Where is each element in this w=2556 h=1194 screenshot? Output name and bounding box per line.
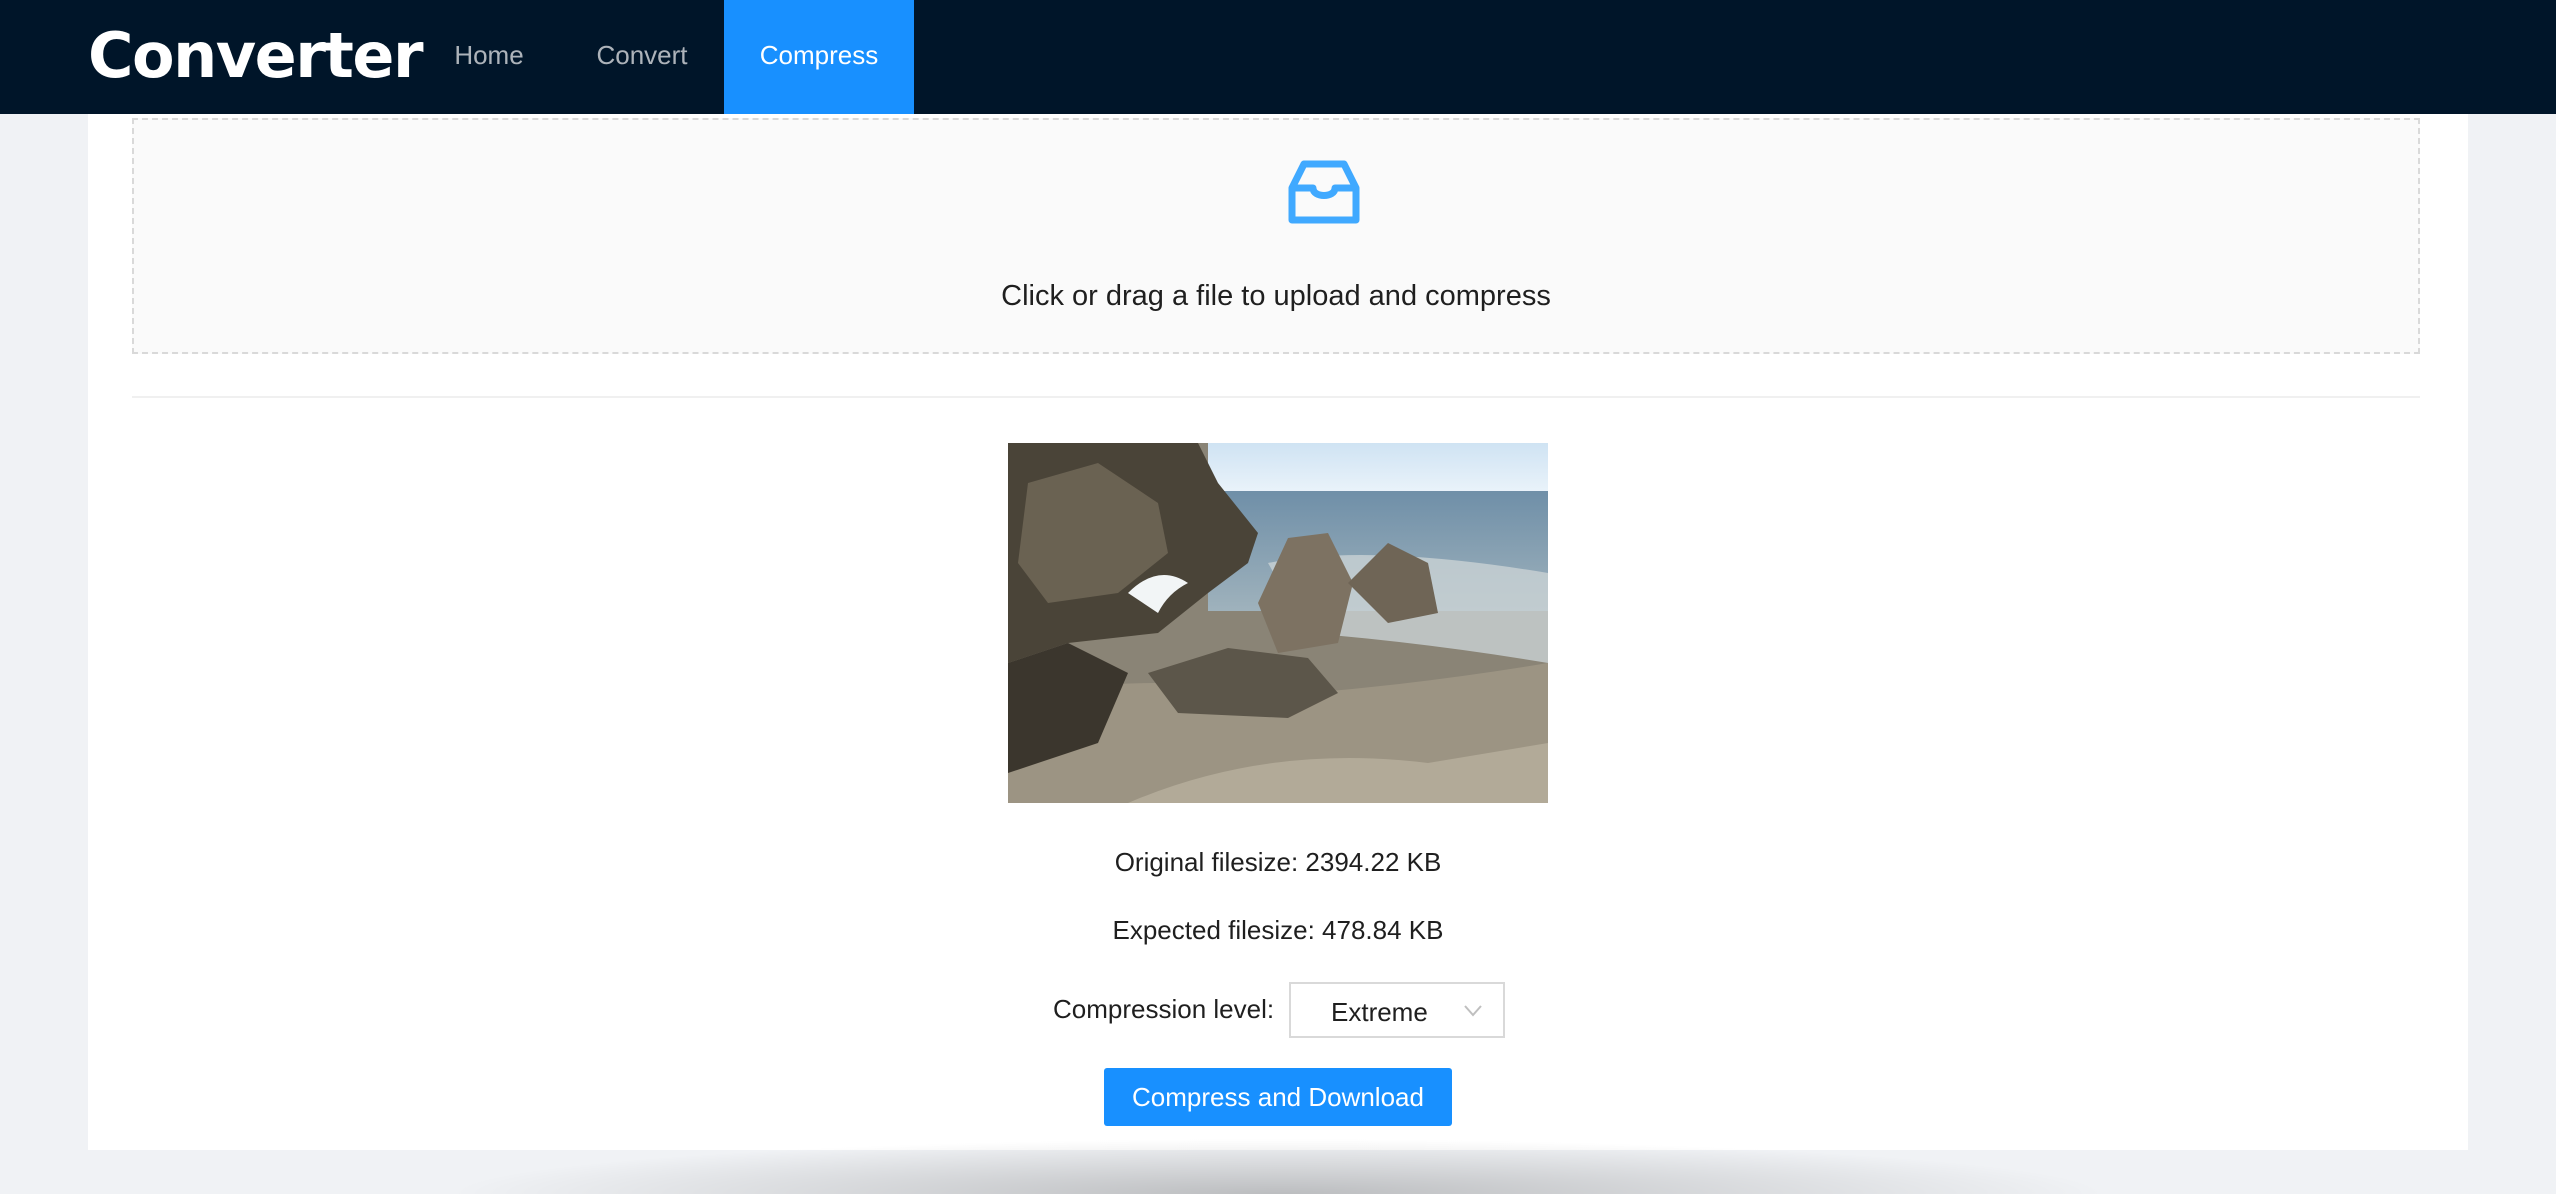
nav-home[interactable]: Home <box>430 0 548 114</box>
upload-dropzone[interactable]: Click or drag a file to upload and compr… <box>132 118 2420 354</box>
expected-filesize: Expected filesize: 478.84 KB <box>1112 915 1444 945</box>
bottom-shadow <box>378 1134 2178 1194</box>
nav-compress[interactable]: Compress <box>724 0 914 114</box>
chevron-down-icon <box>1464 1005 1482 1017</box>
preview-image <box>1008 443 1548 803</box>
upload-hint-text: Click or drag a file to upload and compr… <box>1001 280 1551 312</box>
main-content: Click or drag a file to upload and compr… <box>88 114 2468 1194</box>
app-logo[interactable]: Converter <box>88 20 424 92</box>
compression-level-label: Compression level: <box>1053 994 1275 1024</box>
app-header: Converter Home Convert Compress <box>0 0 2556 114</box>
inbox-icon <box>1288 160 1360 224</box>
compress-download-button[interactable]: Compress and Download <box>1104 1068 1452 1126</box>
compression-level-value: Extreme <box>1331 997 1428 1027</box>
original-filesize: Original filesize: 2394.22 KB <box>1114 847 1442 877</box>
compression-level-select[interactable]: Extreme <box>1289 982 1505 1038</box>
nav-convert[interactable]: Convert <box>572 0 712 114</box>
divider <box>132 396 2420 398</box>
